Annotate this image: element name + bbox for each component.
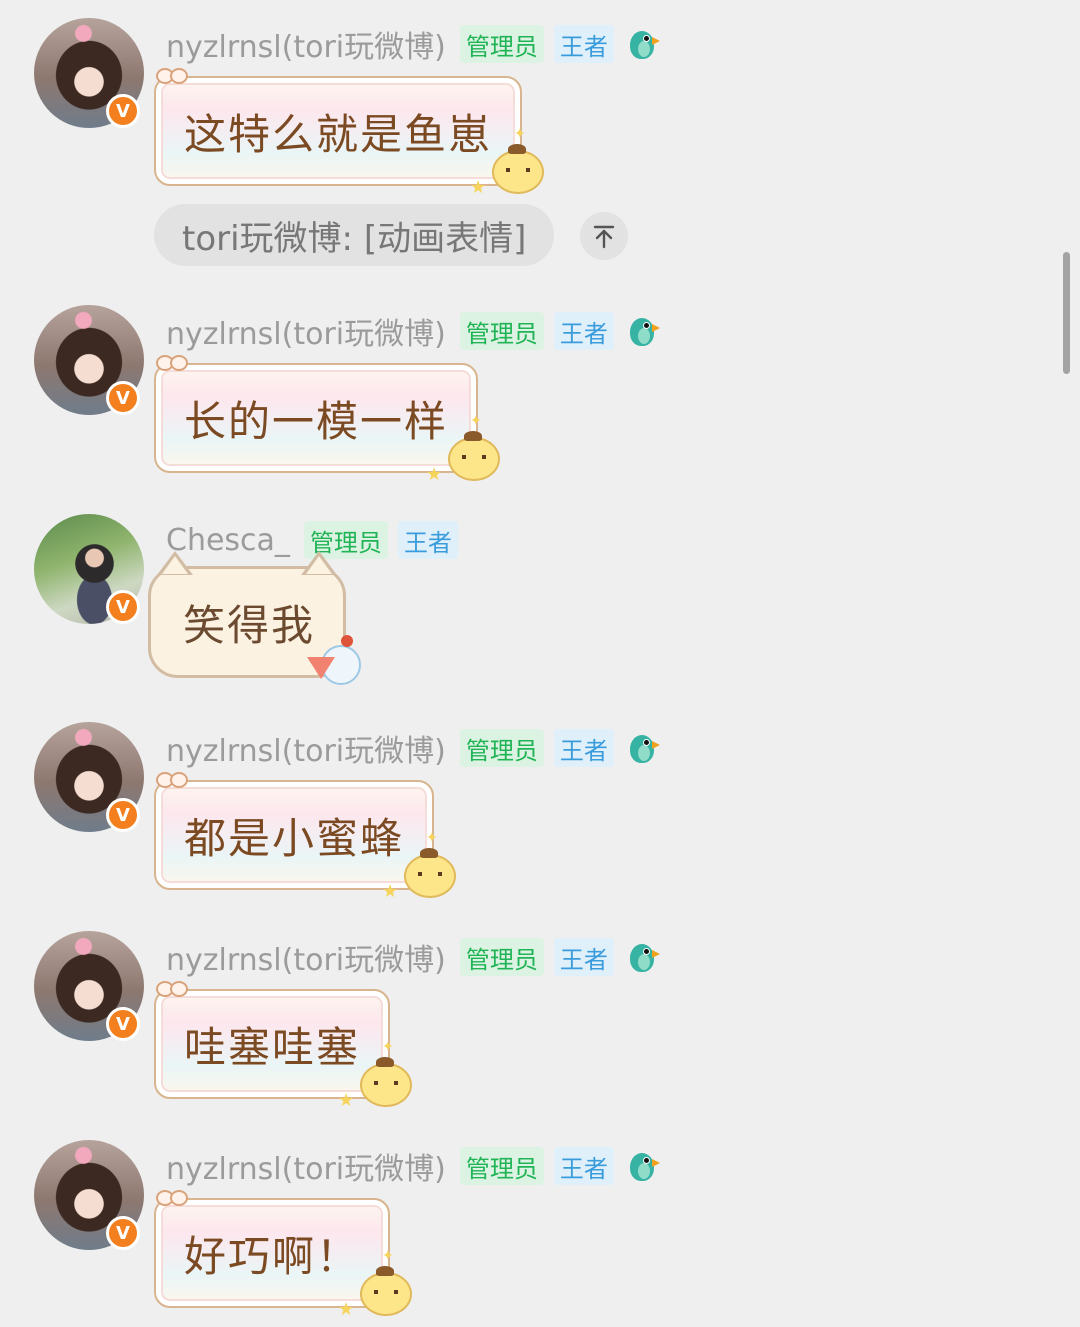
message-bubble[interactable]: 好巧啊！ ★ ✦ — [154, 1190, 413, 1320]
verified-badge-icon: V — [106, 94, 140, 128]
message-header: nyzlrnsl(tori玩微博) 管理员 王者 — [166, 22, 660, 66]
message-text: 都是小蜜蜂 — [184, 813, 405, 863]
scrollbar[interactable] — [1063, 252, 1070, 374]
verified-badge-icon: V — [106, 1216, 140, 1250]
message-text: 好巧啊！ — [184, 1231, 361, 1281]
jump-to-quote-button[interactable] — [580, 212, 628, 260]
admin-tag: 管理员 — [459, 25, 544, 63]
message-text: 这特么就是鱼崽 — [184, 109, 493, 159]
cat-ear-icon — [301, 551, 337, 575]
admin-tag: 管理员 — [459, 938, 544, 976]
cat-ear-icon — [157, 551, 193, 575]
bow-icon — [154, 768, 188, 796]
message-bubble[interactable]: 哇塞哇塞 ★ ✦ — [154, 981, 413, 1111]
king-tag: 王者 — [553, 1147, 614, 1185]
verified-badge-icon: V — [106, 381, 140, 415]
message-text: 笑得我 — [183, 600, 316, 650]
king-tag: 王者 — [553, 312, 614, 350]
username[interactable]: nyzlrnsl(tori玩微博) — [166, 1144, 446, 1188]
quoted-reply[interactable]: tori玩微博: [动画表情] — [154, 204, 555, 266]
message-text: 哇塞哇塞 — [184, 1022, 361, 1072]
pompompurin-icon: ★ ✦ — [382, 830, 460, 904]
pompompurin-icon: ★ ✦ — [426, 413, 504, 487]
message-bubble[interactable]: 长的一模一样 ★ ✦ — [154, 355, 501, 485]
parrot-badge-icon — [626, 938, 660, 976]
message-header: nyzlrnsl(tori玩微博) 管理员 王者 — [166, 1144, 660, 1188]
king-tag: 王者 — [397, 521, 458, 559]
chat-message: V nyzlrnsl(tori玩微博) 管理员 王者 哇塞哇塞 ★ ✦ — [0, 913, 1000, 1113]
pompompurin-icon: ★ ✦ — [470, 126, 548, 200]
king-tag: 王者 — [553, 938, 614, 976]
username[interactable]: nyzlrnsl(tori玩微博) — [166, 22, 446, 66]
pompompurin-icon: ★ ✦ — [338, 1248, 416, 1322]
message-bubble[interactable]: 笑得我 — [148, 551, 361, 685]
pompompurin-icon: ★ ✦ — [338, 1039, 416, 1113]
shaved-ice-icon — [307, 629, 367, 689]
chat-message: V nyzlrnsl(tori玩微博) 管理员 王者 都是小蜜蜂 ★ ✦ — [0, 704, 1000, 904]
verified-badge-icon: V — [106, 1007, 140, 1041]
admin-tag: 管理员 — [459, 729, 544, 767]
verified-badge-icon: V — [106, 798, 140, 832]
bow-icon — [154, 977, 188, 1005]
message-header: nyzlrnsl(tori玩微博) 管理员 王者 — [166, 935, 660, 979]
username[interactable]: nyzlrnsl(tori玩微博) — [166, 726, 446, 770]
chat-message: V nyzlrnsl(tori玩微博) 管理员 王者 好巧啊！ ★ ✦ — [0, 1122, 1000, 1322]
parrot-badge-icon — [626, 1147, 660, 1185]
message-bubble[interactable]: 都是小蜜蜂 ★ ✦ — [154, 772, 457, 902]
admin-tag: 管理员 — [459, 1147, 544, 1185]
chat-list: V nyzlrnsl(tori玩微博) 管理员 王者 这特么就是鱼崽 ★ ✦ to… — [0, 0, 1080, 1327]
admin-tag: 管理员 — [459, 312, 544, 350]
chat-message: V nyzlrnsl(tori玩微博) 管理员 王者 长的一模一样 ★ ✦ — [0, 287, 1000, 487]
message-header: nyzlrnsl(tori玩微博) 管理员 王者 — [166, 309, 660, 353]
username[interactable]: nyzlrnsl(tori玩微博) — [166, 309, 446, 353]
arrow-up-icon — [593, 225, 615, 249]
parrot-badge-icon — [626, 25, 660, 63]
message-header: nyzlrnsl(tori玩微博) 管理员 王者 — [166, 726, 660, 770]
verified-badge-icon: V — [106, 590, 140, 624]
message-text: 长的一模一样 — [184, 396, 449, 446]
bow-icon — [154, 1186, 188, 1214]
parrot-badge-icon — [626, 729, 660, 767]
chat-message: V Chesca_ 管理员 王者 笑得我 — [0, 496, 1000, 706]
bow-icon — [154, 351, 188, 379]
king-tag: 王者 — [553, 25, 614, 63]
message-bubble[interactable]: 这特么就是鱼崽 ★ ✦ — [154, 68, 545, 198]
quote-text: tori玩微博: [动画表情] — [182, 218, 527, 259]
username[interactable]: nyzlrnsl(tori玩微博) — [166, 935, 446, 979]
chat-message: V nyzlrnsl(tori玩微博) 管理员 王者 这特么就是鱼崽 ★ ✦ to… — [0, 0, 1000, 290]
parrot-badge-icon — [626, 312, 660, 350]
king-tag: 王者 — [553, 729, 614, 767]
bow-icon — [154, 64, 188, 92]
